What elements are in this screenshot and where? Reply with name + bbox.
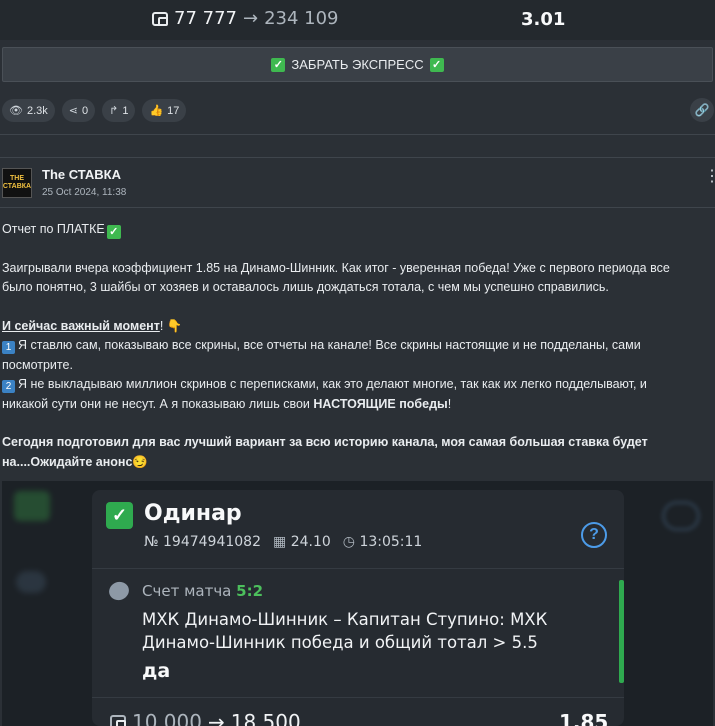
bet-number: № 19474941082: [144, 534, 261, 550]
item-2-tail: !: [447, 396, 452, 411]
share-icon: ⋖: [68, 105, 78, 117]
forward-button[interactable]: ↱ 1: [102, 99, 136, 122]
bet-outcome: да: [142, 660, 171, 682]
forward-icon: ↱: [109, 105, 119, 117]
post-paragraph: Заигрывали вчера коэффициент 1.85 на Дин…: [2, 260, 670, 295]
forward-count: 1: [122, 104, 129, 117]
avatar-text: СТАВКА: [2, 183, 32, 190]
more-options-icon[interactable]: ⋮: [704, 169, 715, 185]
number-one-icon: 1: [2, 341, 15, 355]
link-icon: 🔗: [694, 103, 710, 117]
claim-express-label: ЗАБРАТЬ ЭКСПРЕСС: [291, 57, 424, 72]
arrow-icon: →: [207, 710, 225, 726]
divider: [92, 697, 624, 698]
post-date: 25 Oct 2024, 11:38: [42, 187, 127, 198]
copy-link-button[interactable]: 🔗: [690, 98, 714, 122]
bet-amounts: 10 000 → 18 500: [110, 710, 301, 726]
divider: [0, 207, 715, 208]
bet-payout: 18 500: [230, 710, 301, 726]
smirk-icon: 😏: [132, 454, 148, 469]
previous-bet-card-surface: [0, 0, 715, 40]
previous-bet-payout: 234 109: [264, 8, 339, 29]
important-heading: И сейчас важный момент: [2, 319, 160, 333]
bet-screenshot-image[interactable]: ✓ Одинар № 19474941082 ▦ 24.10 ◷ 13:05:1…: [2, 481, 713, 726]
bet-event: МХК Динамо-Шинник – Капитан Ступино: МХК…: [142, 610, 548, 652]
claim-express-button[interactable]: ✓ ЗАБРАТЬ ЭКСПРЕСС ✓: [2, 47, 713, 82]
report-title: Отчет по ПЛАТКЕ: [2, 222, 105, 236]
bet-time: ◷ 13:05:11: [343, 534, 423, 550]
bet-date: ▦ 24.10: [273, 534, 331, 550]
like-button[interactable]: 👍 17: [142, 99, 187, 122]
post-author[interactable]: The СТАВКА: [42, 167, 121, 182]
blurred-background-shape: [662, 501, 700, 531]
calendar-icon: ▦: [273, 534, 287, 550]
bet-type-title: Одинар: [144, 501, 242, 526]
reactions-bar: 👁 2.3k ⋖ 0 ↱ 1 👍 17: [2, 99, 187, 122]
post-line-report: Отчет по ПЛАТКЕ ✓: [2, 220, 692, 239]
check-icon: ✓: [106, 502, 133, 529]
views-counter[interactable]: 👁 2.3k: [2, 99, 55, 122]
post-item-2: 2Я не выкладываю миллион скринов с переп…: [2, 375, 692, 414]
eye-icon: 👁: [9, 105, 23, 117]
number-two-icon: 2: [2, 380, 15, 394]
divider: [92, 568, 624, 569]
important-tail: !: [159, 319, 167, 333]
previous-bet-card: 77 777 → 234 109 3.01: [0, 0, 715, 40]
score-value: 5:2: [236, 582, 264, 600]
wallet-icon: [110, 715, 126, 726]
channel-avatar[interactable]: THE СТАВКА: [2, 168, 32, 198]
bet-stake: 10 000: [132, 710, 202, 726]
divider: [0, 157, 715, 158]
share-count: 0: [81, 104, 89, 117]
post-item-1: 1Я ставлю сам, показываю все скрины, все…: [2, 336, 692, 375]
score-label: Счет матча: [142, 582, 232, 600]
check-emoji-icon: ✓: [429, 57, 444, 72]
blurred-background-shape: [14, 491, 50, 521]
wallet-icon: [152, 11, 168, 26]
post-text: Отчет по ПЛАТКЕ ✓ Заигрывали вчера коэффи…: [2, 220, 692, 472]
bet-slip-card: ✓ Одинар № 19474941082 ▦ 24.10 ◷ 13:05:1…: [92, 490, 624, 726]
share-button[interactable]: ⋖ 0: [61, 99, 96, 122]
arrow-icon: →: [242, 8, 259, 29]
item-2-bold: НАСТОЯЩИЕ победы: [313, 396, 448, 411]
previous-bet-amounts: 77 777 → 234 109: [152, 8, 339, 29]
blurred-background-shape: [16, 571, 46, 593]
pointing-down-icon: 👇: [166, 319, 183, 333]
views-count: 2.3k: [26, 104, 48, 117]
like-count: 17: [167, 104, 180, 117]
match-score: Счет матча 5:2: [142, 582, 263, 600]
check-emoji-icon: ✓: [271, 57, 286, 72]
avatar-text: THE: [10, 175, 24, 182]
thumbs-up-icon: 👍: [149, 105, 164, 117]
hockey-puck-icon: [106, 579, 132, 603]
clock-icon: ◷: [342, 534, 355, 550]
win-indicator-bar: [619, 580, 624, 683]
post-important-line: И сейчас важный момент! 👇: [2, 317, 692, 336]
help-icon: ?: [581, 522, 607, 548]
bet-time-value: 13:05:11: [359, 534, 423, 550]
closing-text: Сегодня подготовил для вас лучший вариан…: [2, 435, 648, 469]
previous-bet-stake: 77 777: [174, 8, 237, 29]
bet-meta: № 19474941082 ▦ 24.10 ◷ 13:05:11: [144, 534, 422, 550]
bet-date-value: 24.10: [290, 534, 331, 550]
item-1-text: Я ставлю сам, показываю все скрины, все …: [2, 338, 641, 372]
post-closing: Сегодня подготовил для вас лучший вариан…: [2, 433, 692, 472]
check-emoji-icon: ✓: [106, 225, 121, 239]
previous-bet-coefficient: 3.01: [521, 9, 566, 30]
divider: [0, 134, 715, 135]
bet-coefficient: 1.85: [559, 710, 609, 726]
